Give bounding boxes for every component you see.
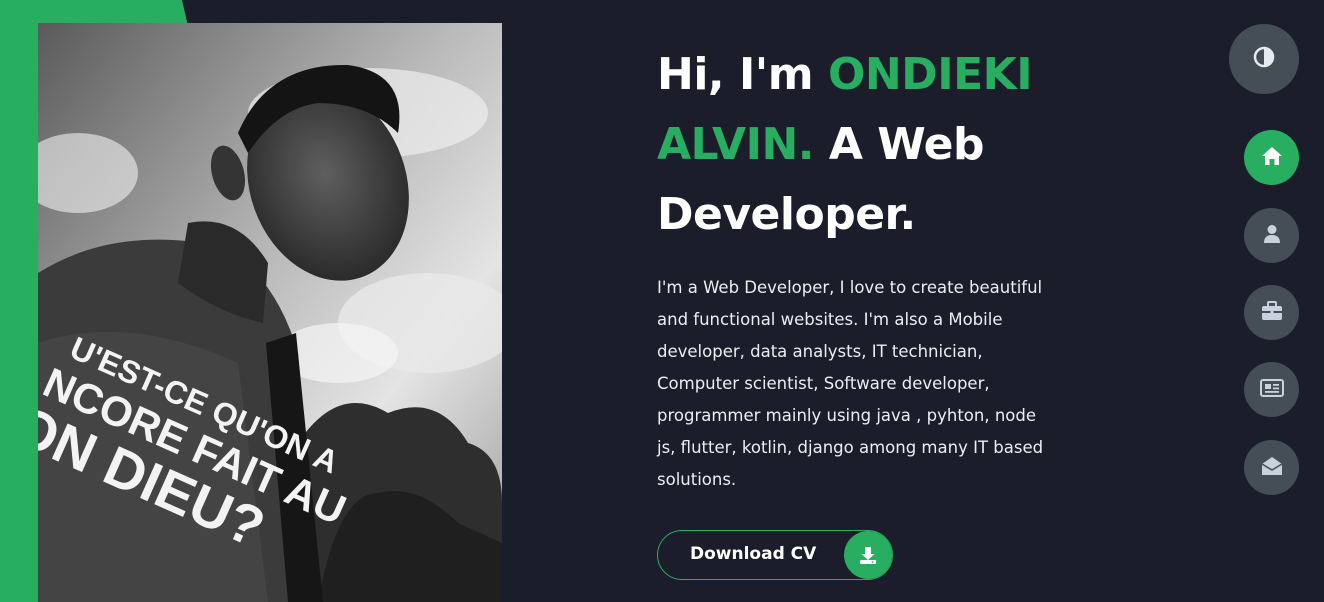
briefcase-icon <box>1261 300 1283 325</box>
nav-home-button[interactable] <box>1244 130 1299 185</box>
home-page: U'EST-CE QU'ON A NCORE FAIT AU ON DIEU? … <box>0 0 1324 602</box>
download-icon <box>844 531 892 579</box>
nav-about-button[interactable] <box>1244 208 1299 263</box>
nav-portfolio-button[interactable] <box>1244 285 1299 340</box>
download-cv-label: Download CV <box>690 544 817 564</box>
profile-photo: U'EST-CE QU'ON A NCORE FAIT AU ON DIEU? <box>38 23 502 602</box>
nav-blogs-button[interactable] <box>1244 362 1299 417</box>
download-cv-button[interactable]: Download CV <box>657 530 893 580</box>
envelope-open-icon <box>1261 456 1283 480</box>
hero-section: Hi, I'm ONDIEKI ALVIN. A Web Developer. … <box>657 40 1077 496</box>
home-icon <box>1261 146 1283 170</box>
newspaper-icon <box>1259 378 1284 401</box>
theme-toggle-button[interactable] <box>1229 24 1299 94</box>
contrast-icon <box>1253 46 1275 72</box>
hero-title: Hi, I'm ONDIEKI ALVIN. A Web Developer. <box>657 40 1077 250</box>
hero-description: I'm a Web Developer, I love to create be… <box>657 278 1044 489</box>
greeting-text: Hi, I'm <box>657 49 828 100</box>
user-icon <box>1263 224 1281 248</box>
nav-contact-button[interactable] <box>1244 440 1299 495</box>
